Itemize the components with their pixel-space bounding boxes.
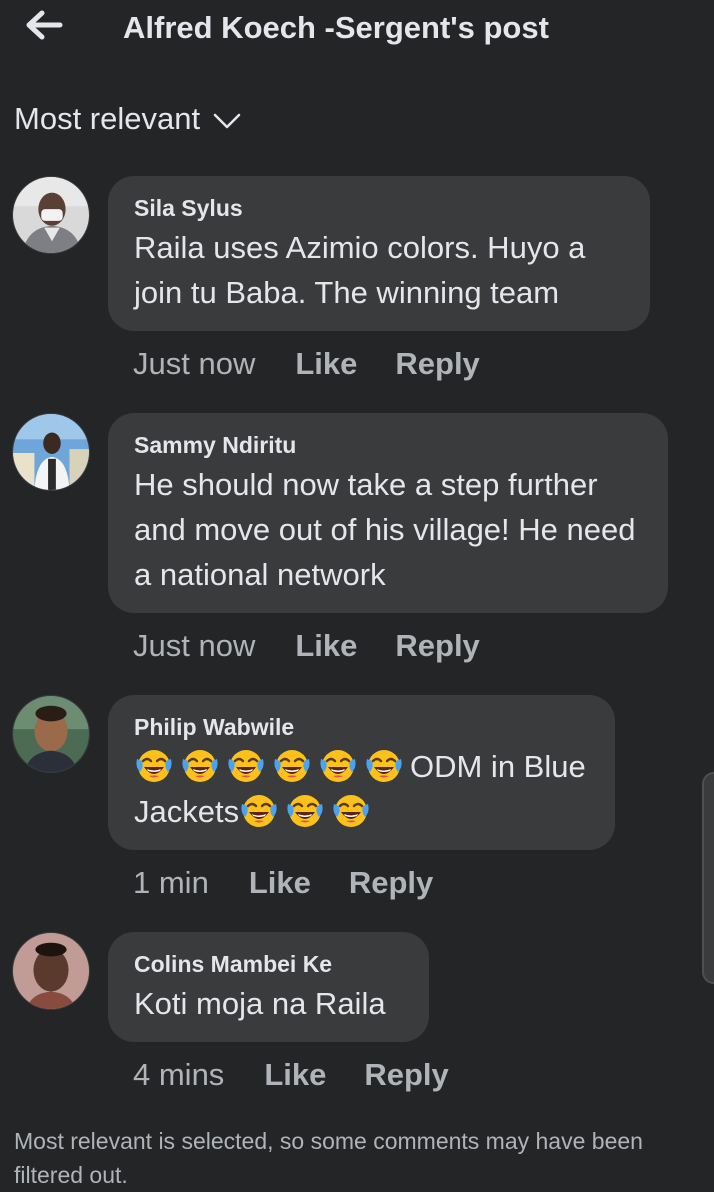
comment-text-part: ODM in Blue: [410, 749, 586, 784]
emoji-group: [239, 794, 377, 829]
comment-timestamp[interactable]: Just now: [133, 628, 255, 664]
face-with-tears-of-joy-icon: [318, 745, 358, 785]
face-with-tears-of-joy-icon: [331, 790, 371, 830]
comment-timestamp[interactable]: 4 mins: [133, 1057, 224, 1093]
like-button[interactable]: Like: [295, 628, 357, 664]
comment-actions: 4 mins Like Reply: [133, 1057, 487, 1093]
like-button[interactable]: Like: [264, 1057, 326, 1093]
comment-text: Raila uses Azimio colors. Huyo a join tu…: [134, 230, 586, 310]
sort-dropdown[interactable]: Most relevant: [14, 99, 242, 139]
chevron-down-icon: [213, 113, 241, 129]
comment-text-part: Jackets: [134, 794, 240, 829]
comment-actions: Just now Like Reply: [133, 346, 518, 382]
comment-actions: 1 min Like Reply: [133, 865, 471, 901]
sort-label: Most relevant: [14, 101, 201, 136]
comment-text: ODM in Blue Jackets: [134, 744, 589, 834]
comment-author[interactable]: Philip Wabwile: [134, 713, 589, 741]
comment-bubble: Sammy Ndiritu He should now take a step …: [108, 413, 668, 613]
filter-notice: Most relevant is selected, so some comme…: [14, 1128, 643, 1188]
face-with-tears-of-joy-icon: [226, 745, 266, 785]
avatar[interactable]: [12, 932, 90, 1010]
like-button[interactable]: Like: [295, 346, 357, 382]
avatar[interactable]: [12, 413, 90, 491]
comment-author[interactable]: Sammy Ndiritu: [134, 431, 642, 459]
comment-bubble: Philip Wabwile ODM in Blue Jackets: [108, 695, 615, 850]
comment-actions: Just now Like Reply: [133, 628, 518, 664]
face-with-tears-of-joy-icon: [239, 790, 279, 830]
face-with-tears-of-joy-icon: [285, 790, 325, 830]
reply-button[interactable]: Reply: [349, 865, 433, 901]
back-button[interactable]: [24, 8, 64, 42]
comment-text: Koti moja na Raila: [134, 986, 386, 1021]
like-button[interactable]: Like: [249, 865, 311, 901]
reply-button[interactable]: Reply: [395, 628, 479, 664]
face-with-tears-of-joy-icon: [180, 745, 220, 785]
comment-bubble: Sila Sylus Raila uses Azimio colors. Huy…: [108, 176, 650, 331]
arrow-left-icon: [26, 10, 63, 40]
avatar[interactable]: [12, 176, 90, 254]
face-with-tears-of-joy-icon: [364, 745, 404, 785]
emoji-group: [134, 749, 410, 784]
comment-bubble: Colins Mambei Ke Koti moja na Raila: [108, 932, 429, 1042]
comment-author[interactable]: Colins Mambei Ke: [134, 950, 403, 978]
comment-text: He should now take a step further and mo…: [134, 467, 636, 592]
scroll-handle[interactable]: [702, 772, 714, 984]
reply-button[interactable]: Reply: [364, 1057, 448, 1093]
comment-author[interactable]: Sila Sylus: [134, 194, 624, 222]
page-title: Alfred Koech -Sergent's post: [123, 10, 549, 45]
face-with-tears-of-joy-icon: [272, 745, 312, 785]
comment-timestamp[interactable]: Just now: [133, 346, 255, 382]
reply-button[interactable]: Reply: [395, 346, 479, 382]
top-bar: Alfred Koech -Sergent's post: [0, 0, 714, 60]
face-with-tears-of-joy-icon: [134, 745, 174, 785]
avatar[interactable]: [12, 695, 90, 773]
comment-timestamp[interactable]: 1 min: [133, 865, 209, 901]
